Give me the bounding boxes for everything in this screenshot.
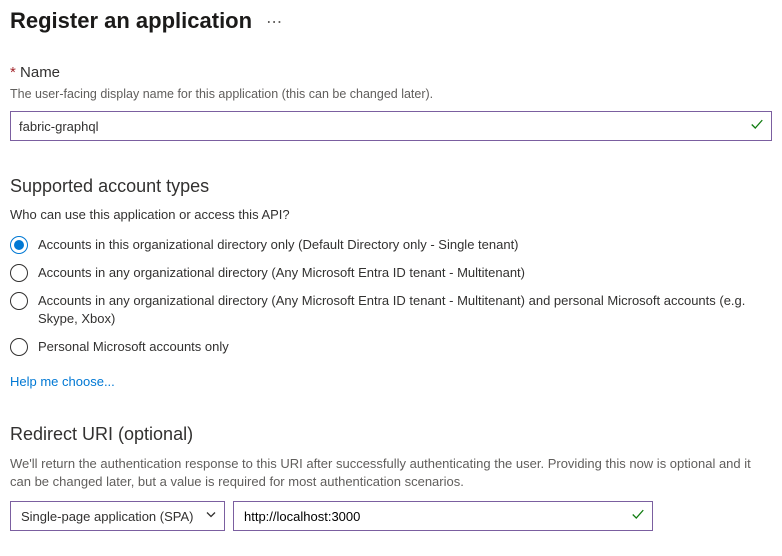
radio-label: Accounts in any organizational directory… [38, 264, 525, 282]
account-types-question: Who can use this application or access t… [10, 207, 772, 222]
page-title: Register an application [10, 8, 252, 34]
radio-button[interactable] [10, 264, 28, 282]
radio-option-multitenant-personal[interactable]: Accounts in any organizational directory… [10, 292, 772, 328]
radio-button[interactable] [10, 236, 28, 254]
platform-select[interactable]: Single-page application (SPA) [10, 501, 225, 531]
account-types-heading: Supported account types [10, 176, 772, 197]
radio-label: Accounts in this organizational director… [38, 236, 519, 254]
name-description: The user-facing display name for this ap… [10, 87, 772, 101]
platform-select-value: Single-page application (SPA) [21, 509, 193, 524]
more-icon[interactable]: ⋯ [266, 10, 283, 32]
name-input[interactable] [10, 111, 772, 141]
radio-option-personal-only[interactable]: Personal Microsoft accounts only [10, 338, 772, 356]
redirect-uri-description: We'll return the authentication response… [10, 455, 772, 491]
help-me-choose-link[interactable]: Help me choose... [10, 374, 115, 389]
name-label: Name [10, 64, 772, 81]
radio-option-multitenant[interactable]: Accounts in any organizational directory… [10, 264, 772, 282]
radio-button[interactable] [10, 338, 28, 356]
radio-button[interactable] [10, 292, 28, 310]
radio-label: Accounts in any organizational directory… [38, 292, 772, 328]
redirect-uri-input[interactable] [233, 501, 653, 531]
redirect-uri-heading: Redirect URI (optional) [10, 424, 772, 445]
radio-option-single-tenant[interactable]: Accounts in this organizational director… [10, 236, 772, 254]
radio-label: Personal Microsoft accounts only [38, 338, 229, 356]
chevron-down-icon [205, 509, 217, 524]
account-types-radio-group: Accounts in this organizational director… [10, 236, 772, 356]
